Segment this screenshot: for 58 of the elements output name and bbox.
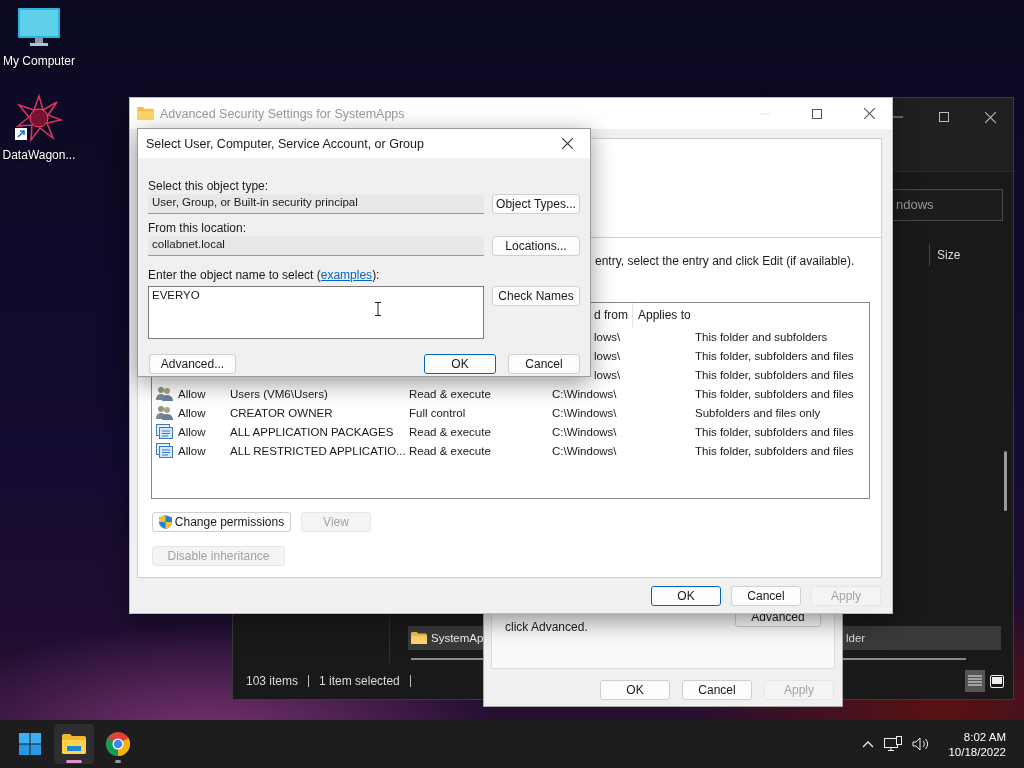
table-cell: ALL RESTRICTED APPLICATIO... [230, 444, 406, 457]
status-text: 1 item selected [319, 675, 411, 687]
table-cell: Users (VM6\Users) [230, 387, 328, 400]
location-field: collabnet.local [148, 236, 484, 256]
object-type-field: User, Group, or Built-in security principal [148, 194, 484, 214]
object-name-field[interactable]: EVERYO [148, 286, 484, 339]
check-names-button[interactable]: Check Names [492, 286, 580, 306]
table-cell: This folder, subfolders and files [695, 368, 854, 381]
column-header[interactable]: Applies to [632, 303, 691, 327]
table-cell: Allow [178, 406, 206, 419]
table-cell: This folder, subfolders and files [695, 444, 854, 457]
table-cell: This folder, subfolders and files [695, 349, 854, 362]
dialog-button[interactable]: OK [424, 354, 496, 374]
field-label: Select this object type: [148, 179, 270, 194]
table-cell: C:\Windows\ [552, 387, 617, 400]
table-cell: Full control [409, 406, 466, 419]
table-cell: Subfolders and files only [695, 406, 821, 419]
table-cell: Read & execute [409, 425, 491, 438]
dialog-title: Select User, Computer, Service Account, or Group [146, 136, 424, 151]
table-cell: lows\ [594, 349, 621, 362]
examples-link[interactable]: examples [320, 268, 373, 282]
dialog-button[interactable]: Cancel [682, 680, 752, 700]
dialog-button[interactable]: OK [600, 680, 670, 700]
table-cell: This folder, subfolders and files [695, 387, 854, 400]
table-cell: C:\Windows\ [552, 444, 617, 457]
field-label: From this location: [148, 221, 248, 236]
dialog-button[interactable]: OK [651, 585, 721, 606]
table-cell: C:\Windows\ [552, 406, 617, 419]
table-cell: lows\ [594, 330, 621, 343]
table-cell: Allow [178, 444, 206, 457]
table-cell: Read & execute [409, 387, 491, 400]
table-cell: This folder, subfolders and files [695, 425, 854, 438]
status-text: 103 items [246, 675, 310, 687]
dialog-button[interactable]: Cancel [508, 354, 580, 374]
table-cell: This folder and subfolders [695, 330, 828, 343]
window-title: Advanced Security Settings for SystemApps [160, 106, 405, 121]
advanced-button[interactable]: Advanced... [149, 354, 236, 374]
locations-button[interactable]: Locations... [492, 236, 580, 256]
hint-text: click Advanced. [505, 620, 588, 634]
table-cell: ALL APPLICATION PACKAGES [230, 425, 394, 438]
file-type: lder [846, 632, 866, 644]
column-header[interactable]: Size [929, 244, 968, 266]
desktop-icon-label[interactable]: My Computer [3, 54, 75, 68]
object-types-button[interactable]: Object Types... [492, 194, 580, 214]
instruction-text: entry, select the entry and click Edit (if available). [595, 254, 855, 268]
field-label: Enter the object name to select (examples): [148, 268, 381, 283]
desktop-icon-label[interactable]: DataWagon... [2, 148, 76, 162]
table-cell: CREATOR OWNER [230, 406, 333, 419]
clock-date[interactable]: 10/18/2022 [948, 745, 1006, 758]
dialog-button[interactable]: Cancel [731, 585, 801, 606]
clock-time[interactable]: 8:02 AM [963, 730, 1006, 743]
table-cell: Read & execute [409, 444, 491, 457]
table-cell: Allow [178, 425, 206, 438]
action-button[interactable]: Change permissions [152, 512, 291, 532]
table-cell: C:\Windows\ [552, 425, 617, 438]
file-name: SystemAp [431, 632, 484, 644]
table-cell: lows\ [594, 368, 621, 381]
table-cell: Allow [178, 387, 206, 400]
